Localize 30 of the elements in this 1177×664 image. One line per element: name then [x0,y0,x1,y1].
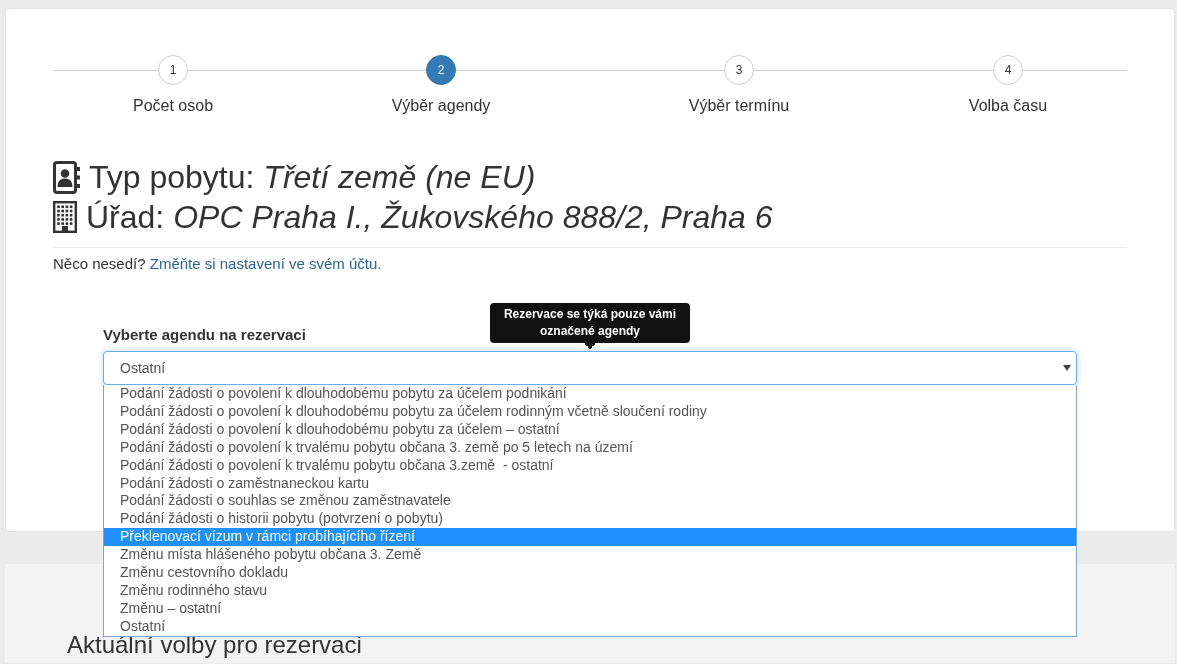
step-circle: 4 [993,55,1023,85]
step-label: Počet osob [132,96,214,116]
office-heading: Úřad: OPC Praha I., Žukovského 888/2, Praha 6 [86,198,773,237]
dropdown-option[interactable]: Podání žádosti o historii pobytu (potvrzení o pobytu) [104,510,1076,529]
building-icon [53,201,77,233]
dropdown-option[interactable]: Podání žádosti o zaměstnaneckou kartu [104,474,1076,493]
dropdown-option[interactable]: Podání žádosti o povolení k trvalému pobytu občana 3.země - ostatní [104,456,1076,475]
tooltip: Rezervace se týká pouze vámi označené agendy [490,303,690,349]
step-label: Výběr termínu [688,96,790,116]
dropdown-option[interactable]: Podání žádosti o povolení k dlouhodobému pobytu za účelem rodinným včetně sloučení rodiny [104,402,1076,421]
dropdown-option[interactable]: Změnu – ostatní [104,599,1076,618]
notice-text: Něco nesedí? Změňte si nastavení ve svém účtu. [53,254,382,274]
agenda-select[interactable]: Ostatní [103,351,1077,385]
dropdown-option[interactable]: Změnu cestovního dokladu [104,564,1076,582]
contact-card-icon [53,160,80,194]
step-circle: 2 [426,55,456,85]
dropdown-option[interactable]: Změnu místa hlášeného pobytu občana 3. Země [104,546,1076,565]
step-label: Výběr agendy [391,96,491,116]
step-circle: 1 [158,55,188,85]
dropdown-option[interactable]: Podání žádosti o povolení k dlouhodobému pobytu za účelem – ostatní [104,420,1076,439]
account-settings-link[interactable]: Změňte si nastavení ve svém účtu. [149,255,382,272]
step-label: Volba času [968,96,1048,116]
field-label: Vyberte agendu na rezervaci [103,325,306,345]
dropdown-option[interactable]: Podání žádosti o povolení k dlouhodobému pobytu za účelem podnikání [104,385,1076,403]
caret-icon [1063,365,1071,371]
dropdown-option[interactable]: Podání žádosti o povolení k trvalému pobytu občana 3. země po 5 letech na území [104,438,1076,457]
dropdown-option[interactable]: Změnu rodinného stavu [104,581,1076,600]
residence-type-heading: Typ pobytu: Třetí země (ne EU) [89,158,536,197]
step-circle: 3 [724,55,754,85]
dropdown-option[interactable]: Podání žádosti o souhlas se změnou zaměstnavatele [104,492,1076,511]
